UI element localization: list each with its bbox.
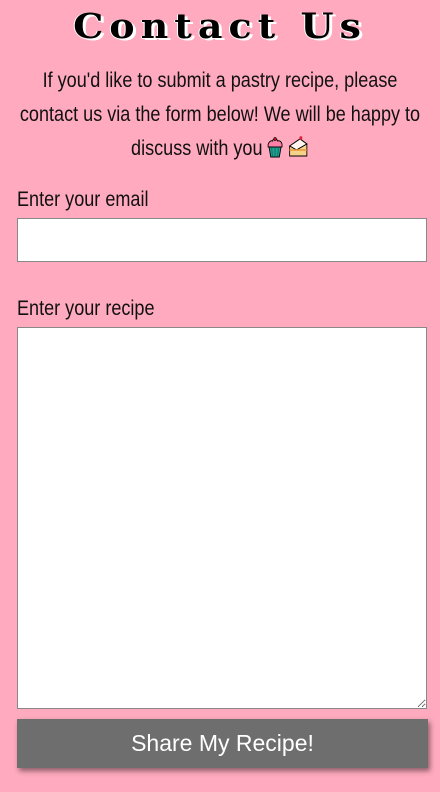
intro-text: If you'd like to submit a pastry recipe,…: [19, 69, 421, 160]
page-title: Contact Us: [73, 5, 367, 47]
cake-slice-icon: [289, 136, 309, 157]
recipe-label: Enter your recipe: [17, 297, 155, 320]
email-field[interactable]: [17, 218, 427, 262]
contact-page: Contact Us If you'd like to submit a pas…: [0, 0, 440, 792]
email-label: Enter your email: [17, 188, 149, 211]
intro-block: If you'd like to submit a pastry recipe,…: [0, 64, 440, 166]
cupcake-icon: [267, 137, 283, 158]
recipe-textarea[interactable]: [17, 327, 427, 709]
share-recipe-button[interactable]: Share My Recipe!: [17, 719, 428, 768]
intro-paragraph: If you'd like to submit a pastry recipe,…: [16, 64, 424, 166]
